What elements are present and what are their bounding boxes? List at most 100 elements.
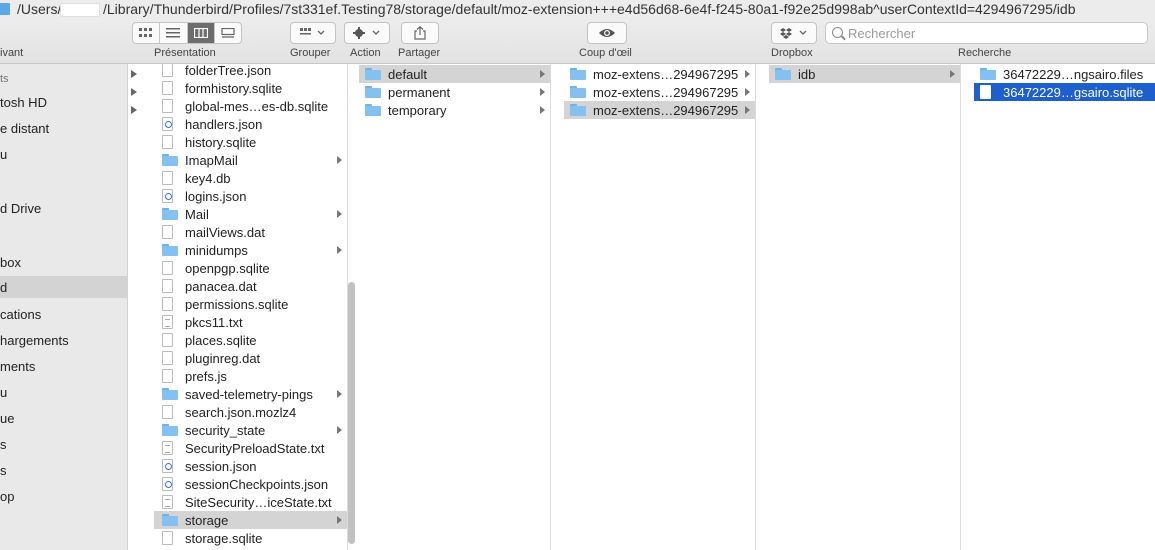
sidebar-item-music[interactable]: ue bbox=[0, 408, 127, 430]
folder-icon bbox=[570, 86, 586, 98]
grid-icon bbox=[139, 28, 153, 37]
folder-item[interactable]: ImapMail bbox=[154, 151, 347, 169]
sidebar-item-documents[interactable]: ments bbox=[0, 356, 127, 378]
columns-icon bbox=[193, 28, 208, 38]
item-name: key4.db bbox=[185, 170, 231, 186]
file-item[interactable]: 36472229…gsairo.sqlite bbox=[974, 83, 1155, 101]
folder-item[interactable]: storage bbox=[154, 511, 347, 529]
folder-item[interactable]: saved-telemetry-pings bbox=[154, 385, 347, 403]
file-icon bbox=[162, 279, 173, 293]
column-idb[interactable]: 36472229…ngsairo.files 36472229…gsairo.sq… bbox=[974, 64, 1155, 550]
sidebar-item-applications[interactable]: cations bbox=[0, 304, 127, 326]
file-item[interactable]: logins.json bbox=[154, 187, 347, 205]
file-item[interactable]: session.json bbox=[154, 457, 347, 475]
file-icon bbox=[162, 171, 173, 185]
folder-item[interactable]: Mail bbox=[154, 205, 347, 223]
sidebar-item-home[interactable]: d bbox=[0, 276, 127, 298]
disclosure-arrow-icon bbox=[950, 70, 955, 78]
quicklook-button[interactable] bbox=[587, 22, 627, 44]
folder-icon bbox=[162, 208, 178, 220]
file-item[interactable]: storage.sqlite bbox=[154, 529, 347, 547]
file-item[interactable]: panacea.dat bbox=[154, 277, 347, 295]
file-item[interactable]: search.json.mozlz4 bbox=[154, 403, 347, 421]
folder-icon bbox=[162, 424, 178, 436]
item-name: moz-extens…294967295 bbox=[593, 84, 739, 100]
item-name: logins.json bbox=[185, 188, 247, 204]
item-name: formhistory.sqlite bbox=[185, 80, 283, 96]
file-item[interactable]: pluginreg.dat bbox=[154, 349, 347, 367]
column-view-button[interactable] bbox=[187, 23, 215, 43]
folder-item[interactable]: 36472229…ngsairo.files bbox=[974, 65, 1155, 83]
sidebar-item-movies[interactable]: s bbox=[0, 434, 127, 456]
file-item[interactable]: SiteSecurity…iceState.txt bbox=[154, 493, 347, 511]
view-mode-control[interactable] bbox=[132, 22, 242, 44]
action-button[interactable] bbox=[344, 22, 390, 44]
search-field[interactable]: Rechercher bbox=[825, 22, 1148, 44]
sidebar-item-remote-disc[interactable]: e distant bbox=[0, 118, 127, 140]
scrollbar-thumb[interactable] bbox=[348, 282, 355, 544]
sidebar-item-label: cations bbox=[0, 307, 42, 322]
column-storage[interactable]: default permanent temporary bbox=[359, 64, 551, 550]
item-name: moz-extens…294967295 bbox=[593, 102, 739, 118]
item-name: openpgp.sqlite bbox=[185, 260, 270, 276]
item-name: Mail bbox=[185, 206, 209, 222]
list-view-button[interactable] bbox=[160, 23, 188, 43]
column-extension[interactable]: idb bbox=[769, 64, 961, 550]
folder-item[interactable]: minidumps bbox=[154, 241, 347, 259]
path-prefix: /Users/ bbox=[17, 1, 62, 17]
file-icon bbox=[162, 369, 173, 383]
item-name: SecurityPreloadState.txt bbox=[185, 440, 325, 456]
folder-item[interactable]: idb bbox=[769, 65, 960, 83]
sidebar-item-downloads[interactable]: hargements bbox=[0, 330, 127, 352]
file-item[interactable]: mailViews.dat bbox=[154, 223, 347, 241]
disclosure-arrow-icon bbox=[337, 210, 342, 218]
file-item[interactable]: prefs.js bbox=[154, 367, 347, 385]
share-button[interactable] bbox=[401, 22, 439, 44]
item-name: folderTree.json bbox=[185, 64, 272, 78]
file-item[interactable]: places.sqlite bbox=[154, 331, 347, 349]
sidebar-item-icloud-drive[interactable]: d Drive bbox=[0, 198, 127, 220]
sidebar-item-dropbox[interactable]: box bbox=[0, 252, 127, 274]
folder-item[interactable]: permanent bbox=[359, 83, 550, 101]
sidebar-item-desktop-folder[interactable]: op bbox=[0, 486, 127, 508]
dropbox-button[interactable] bbox=[771, 22, 817, 44]
item-name: prefs.js bbox=[185, 368, 227, 384]
file-item[interactable]: history.sqlite bbox=[154, 133, 347, 151]
group-label: Grouper bbox=[290, 47, 331, 59]
column-profile[interactable]: folderTree.json formhistory.sqlite global-… bbox=[154, 64, 348, 550]
file-item[interactable]: folderTree.json bbox=[154, 64, 347, 79]
file-item[interactable]: handlers.json bbox=[154, 115, 347, 133]
sidebar-item-network[interactable]: u bbox=[0, 144, 127, 166]
sidebar-item-label: s bbox=[0, 463, 7, 478]
folder-item[interactable]: moz-extens…294967295 bbox=[564, 83, 755, 101]
item-name: pluginreg.dat bbox=[185, 350, 261, 366]
disclosure-arrow-icon bbox=[745, 106, 750, 114]
file-item[interactable]: pkcs11.txt bbox=[154, 313, 347, 331]
folder-item[interactable]: security_state bbox=[154, 421, 347, 439]
file-icon bbox=[162, 81, 173, 95]
file-item[interactable]: global-mes…es-db.sqlite bbox=[154, 97, 347, 115]
folder-item[interactable]: default bbox=[359, 65, 550, 83]
file-item[interactable]: sessionCheckpoints.json bbox=[154, 475, 347, 493]
folder-icon bbox=[570, 104, 586, 116]
folder-item[interactable]: moz-extens…294967295 bbox=[564, 65, 755, 83]
column-default[interactable]: moz-extens…294967295 moz-extens…294967295… bbox=[564, 64, 756, 550]
file-item[interactable]: permissions.sqlite bbox=[154, 295, 347, 313]
group-button[interactable] bbox=[290, 22, 336, 44]
file-item[interactable]: openpgp.sqlite bbox=[154, 259, 347, 277]
icon-view-button[interactable] bbox=[133, 23, 161, 43]
gallery-view-button[interactable] bbox=[215, 23, 241, 43]
file-item[interactable]: SecurityPreloadState.txt bbox=[154, 439, 347, 457]
search-label: Recherche bbox=[958, 47, 1012, 59]
folder-item[interactable]: moz-extens…294967295 bbox=[564, 101, 755, 119]
sidebar-item-desktop[interactable]: u bbox=[0, 382, 127, 404]
sidebar-item-macintosh-hd[interactable]: tosh HD bbox=[0, 92, 127, 114]
item-name: sessionCheckpoints.json bbox=[185, 476, 329, 492]
sidebar-item-pictures[interactable]: s bbox=[0, 460, 127, 482]
file-item[interactable]: key4.db bbox=[154, 169, 347, 187]
folder-icon bbox=[365, 68, 381, 80]
folder-item[interactable]: temporary bbox=[359, 101, 550, 119]
disclosure-arrow-icon bbox=[131, 70, 137, 78]
json-file-icon bbox=[162, 189, 173, 203]
file-item[interactable]: formhistory.sqlite bbox=[154, 79, 347, 97]
